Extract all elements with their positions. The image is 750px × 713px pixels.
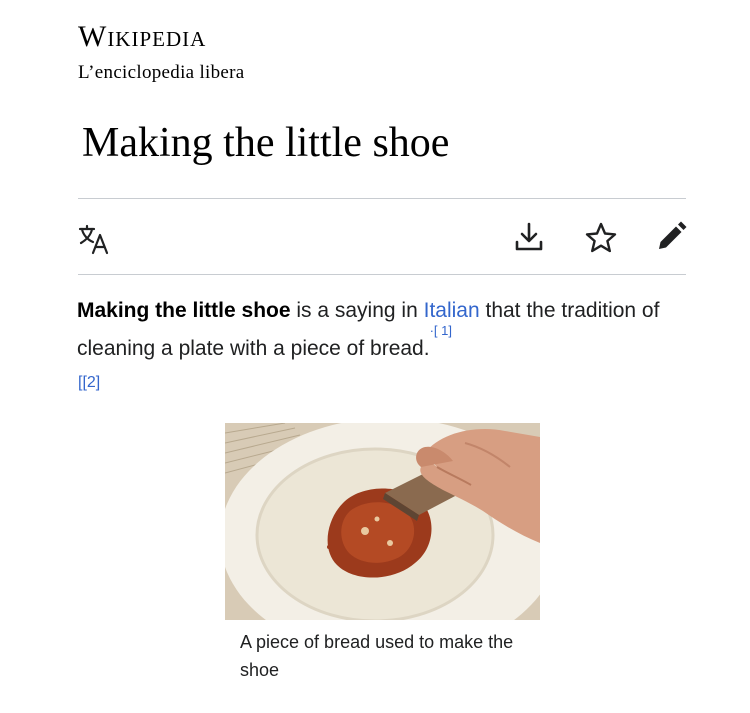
reference-1-link[interactable]: ·[ 1] [430,323,452,338]
wikipedia-logo[interactable]: Wikipedia [78,22,206,52]
star-icon[interactable] [584,221,618,255]
article-image[interactable] [225,423,540,620]
bold-term: Making the little shoe [77,299,291,322]
divider [78,198,686,199]
translate-icon[interactable] [78,223,112,257]
page-title: Making the little shoe [82,120,450,166]
divider [78,274,686,275]
lead-text: is a saying in [290,299,424,322]
edit-icon[interactable] [654,220,688,254]
site-tagline: L’enciclopedia libera [78,62,245,83]
italian-link[interactable]: Italian [424,299,480,322]
download-icon[interactable] [512,220,546,254]
lead-paragraph: Making the little shoe is a saying in It… [77,292,692,368]
reference-2-link[interactable]: [[2] [78,375,100,391]
bread-plate-image [225,423,540,620]
image-caption: A piece of bread used to make the shoe [240,632,514,680]
